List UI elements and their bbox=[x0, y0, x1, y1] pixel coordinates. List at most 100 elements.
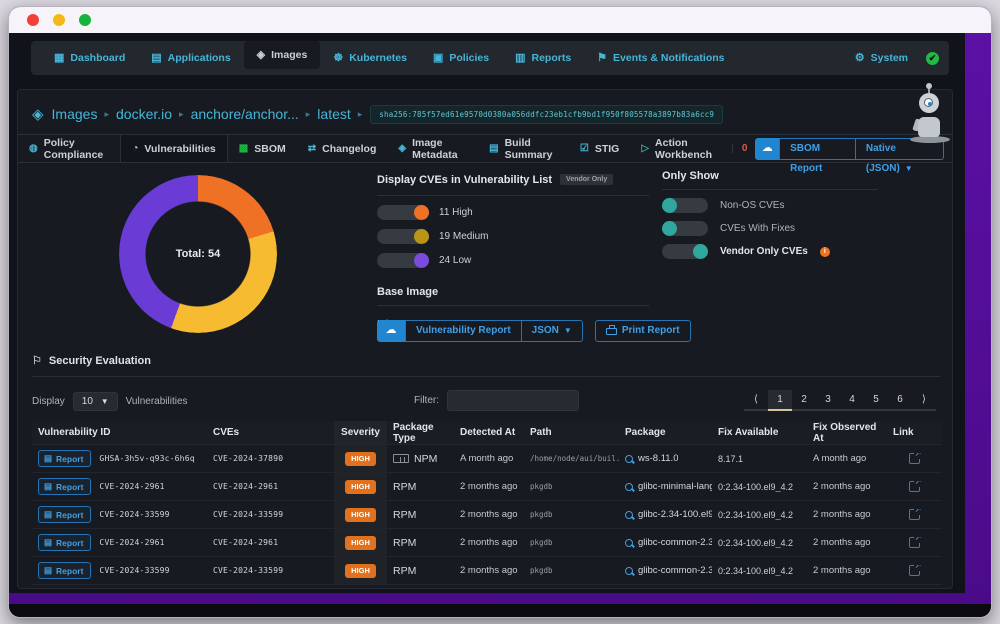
link-cell bbox=[887, 453, 942, 464]
chevron-down-icon: ▼ bbox=[101, 397, 109, 406]
package-cell[interactable]: glibc-common-2.34-10 bbox=[619, 565, 712, 576]
nav-item-events-notifications[interactable]: ⚑ Events & Notifications bbox=[584, 41, 737, 75]
breadcrumb-item-images[interactable]: Images bbox=[52, 106, 98, 122]
table-row: ▤Report CVE-2024-2961 CVE-2024-2961 HIGH… bbox=[32, 529, 942, 557]
severity-badge: HIGH bbox=[345, 508, 376, 522]
download-cloud-icon[interactable]: ☁ bbox=[377, 320, 405, 342]
column-header-vulnerability-id[interactable]: Vulnerability ID bbox=[32, 427, 207, 438]
path-cell: pkgdb bbox=[524, 510, 619, 519]
tab-vulnerabilities[interactable]: ◔ Vulnerabilities bbox=[120, 135, 227, 162]
report-button[interactable]: ▤Report bbox=[38, 562, 91, 579]
package-cell[interactable]: ws-8.11.0 bbox=[619, 453, 712, 464]
column-header-detected-at[interactable]: Detected At bbox=[454, 427, 524, 438]
external-link-icon[interactable] bbox=[909, 453, 920, 464]
tab-sbom[interactable]: ▩ SBOM bbox=[228, 135, 297, 162]
vulnerabilities-table: Vulnerability IDCVEsSeverityPackage Type… bbox=[32, 421, 942, 585]
column-header-package-type[interactable]: Package Type bbox=[387, 422, 454, 444]
nav-item-applications[interactable]: ▤ Applications bbox=[138, 41, 243, 75]
severity-cell: HIGH bbox=[334, 529, 387, 556]
page-button-2[interactable]: 2 bbox=[792, 390, 816, 409]
column-header-cves[interactable]: CVEs bbox=[207, 427, 334, 438]
report-icon: ▤ bbox=[44, 509, 52, 520]
close-window-icon[interactable] bbox=[27, 14, 39, 26]
report-button[interactable]: ▤Report bbox=[38, 506, 91, 523]
tab-build-summary[interactable]: ▤ Build Summary bbox=[478, 135, 569, 162]
download-cloud-icon[interactable]: ☁ bbox=[755, 138, 779, 160]
column-header-package[interactable]: Package bbox=[619, 427, 712, 438]
cve-id: CVE-2024-33599 bbox=[207, 510, 334, 519]
nav-item-images[interactable]: ◈ Images bbox=[244, 41, 321, 69]
toggle-cves-with-fixes[interactable] bbox=[662, 221, 708, 236]
column-header-severity[interactable]: Severity bbox=[334, 421, 387, 444]
page-size-select[interactable]: 10 ▼ bbox=[73, 392, 118, 411]
prev-page-button[interactable]: ⟨ bbox=[744, 390, 768, 409]
vulnerability-id: CVE-2024-33599 bbox=[99, 510, 169, 519]
info-icon[interactable]: i bbox=[820, 247, 830, 257]
sbom-report-button[interactable]: SBOM Report bbox=[779, 138, 856, 160]
page-button-3[interactable]: 3 bbox=[816, 390, 840, 409]
package-cell[interactable]: glibc-minimal-langpack bbox=[619, 481, 712, 492]
nav-item-kubernetes[interactable]: ☸ Kubernetes bbox=[320, 41, 420, 75]
breadcrumb-item-latest[interactable]: latest bbox=[317, 106, 350, 122]
breadcrumb-item-docker-io[interactable]: docker.io bbox=[116, 106, 172, 122]
mascot-antenna bbox=[928, 87, 930, 93]
page-button-6[interactable]: 6 bbox=[888, 390, 912, 409]
legend-row-low: 24 Low bbox=[377, 253, 649, 268]
print-report-button[interactable]: Print Report bbox=[595, 320, 691, 342]
external-link-icon[interactable] bbox=[909, 565, 920, 576]
next-page-button[interactable]: ⟩ bbox=[912, 390, 936, 409]
severity-toggle-medium[interactable] bbox=[377, 229, 429, 244]
filter-input[interactable] bbox=[447, 390, 579, 411]
tab-action-workbench[interactable]: ▷ Action Workbench bbox=[630, 135, 731, 162]
nav-item-dashboard[interactable]: ▦ Dashboard bbox=[41, 41, 138, 75]
only-show-title: Only Show bbox=[662, 170, 878, 182]
kubernetes-icon: ☸ bbox=[333, 41, 343, 75]
tab-changelog[interactable]: ⇄ Changelog bbox=[297, 135, 388, 162]
package-cell[interactable]: glibc-2.34-100.el9 bbox=[619, 509, 712, 520]
report-button[interactable]: ▤Report bbox=[38, 478, 91, 495]
page-button-1[interactable]: 1 bbox=[768, 390, 792, 411]
json-dropdown[interactable]: JSON▼ bbox=[522, 320, 583, 342]
tab-policy-compliance[interactable]: ◍ Policy Compliance bbox=[18, 135, 120, 162]
minimize-window-icon[interactable] bbox=[53, 14, 65, 26]
external-link-icon[interactable] bbox=[909, 509, 920, 520]
toggle-vendor-only-cves[interactable] bbox=[662, 244, 708, 259]
nav-right: ⚙ System ✔ bbox=[851, 41, 939, 75]
applications-icon: ▤ bbox=[151, 41, 161, 75]
package-cell[interactable]: glibc-common-2.34-10 bbox=[619, 537, 712, 548]
zoom-window-icon[interactable] bbox=[79, 14, 91, 26]
report-button[interactable]: ▤Report bbox=[38, 450, 91, 467]
severity-toggle-high[interactable] bbox=[377, 205, 429, 220]
table-body: ▤Report GHSA-3h5v-q93c-6h6q CVE-2024-378… bbox=[32, 445, 942, 585]
toggle-row-non-os-cves: Non-OS CVEs bbox=[662, 198, 878, 213]
column-header-link[interactable]: Link bbox=[887, 427, 942, 438]
nav-item-policies[interactable]: ▣ Policies bbox=[420, 41, 502, 75]
tab-image-metadata[interactable]: ◈ Image Metadata bbox=[387, 135, 478, 162]
page-button-4[interactable]: 4 bbox=[840, 390, 864, 409]
mascot-body bbox=[918, 117, 940, 137]
image-digest[interactable]: sha256:785f57ed61e9570d0380a056ddfc23eb1… bbox=[370, 105, 723, 124]
page-button-5[interactable]: 5 bbox=[864, 390, 888, 409]
magnifier-icon bbox=[625, 539, 633, 547]
table-row: ▤Report GHSA-3h5v-q93c-6h6q CVE-2024-378… bbox=[32, 445, 942, 473]
only-show-toggles: Non-OS CVEs CVEs With Fixes Vendor Only … bbox=[662, 198, 878, 259]
toggle-non-os-cves[interactable] bbox=[662, 198, 708, 213]
external-link-icon[interactable] bbox=[909, 537, 920, 548]
severity-toggle-low[interactable] bbox=[377, 253, 429, 268]
vulnerability-report-button[interactable]: Vulnerability Report bbox=[405, 320, 522, 342]
toggle-knob bbox=[414, 205, 429, 220]
nav-item-system[interactable]: ⚙ System bbox=[851, 41, 912, 75]
nav-item-reports[interactable]: ▥ Reports bbox=[502, 41, 584, 75]
package-type-cell: NPM bbox=[387, 453, 454, 465]
action-workbench-icon: ▷ bbox=[641, 143, 649, 154]
health-check-icon[interactable]: ✔ bbox=[926, 52, 939, 65]
tab-stig[interactable]: ☑ STIG bbox=[569, 135, 630, 162]
external-link-icon[interactable] bbox=[909, 481, 920, 492]
report-button[interactable]: ▤Report bbox=[38, 534, 91, 551]
breadcrumb-item-anchore-anchor[interactable]: anchore/anchor... bbox=[191, 106, 299, 122]
legend-row-high: 11 High bbox=[377, 205, 649, 220]
magnifier-icon bbox=[625, 567, 633, 575]
column-header-path[interactable]: Path bbox=[524, 427, 619, 438]
column-header-fix-observed-at[interactable]: Fix Observed At bbox=[807, 422, 887, 444]
column-header-fix-available[interactable]: Fix Available bbox=[712, 427, 807, 438]
